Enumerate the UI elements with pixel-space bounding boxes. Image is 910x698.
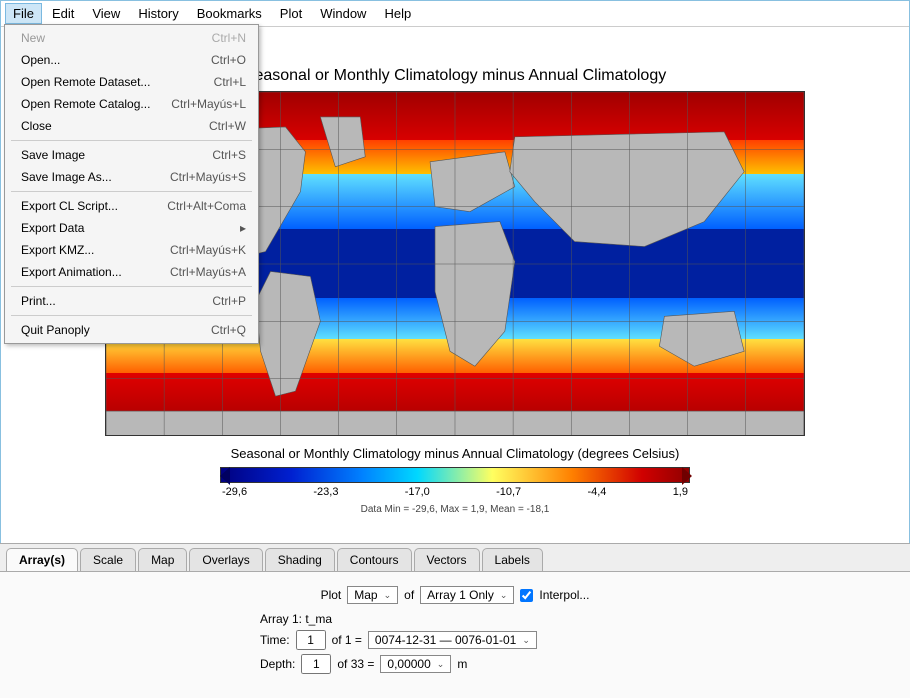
interpolate-checkbox[interactable] bbox=[520, 589, 533, 602]
plot-title: Seasonal or Monthly Climatology minus An… bbox=[244, 67, 666, 85]
time-label: Time: bbox=[260, 633, 290, 647]
menu-close[interactable]: CloseCtrl+W bbox=[7, 115, 256, 137]
menu-view[interactable]: View bbox=[84, 3, 128, 24]
menu-quit[interactable]: Quit PanoplyCtrl+Q bbox=[7, 319, 256, 341]
menu-save-image[interactable]: Save ImageCtrl+S bbox=[7, 144, 256, 166]
chevron-down-icon: ⌄ bbox=[384, 590, 392, 601]
menu-new: NewCtrl+N bbox=[7, 27, 256, 49]
menu-plot[interactable]: Plot bbox=[272, 3, 310, 24]
tab-overlays[interactable]: Overlays bbox=[189, 548, 262, 571]
plot-type-select[interactable]: Map⌄ bbox=[347, 586, 398, 604]
file-dropdown: NewCtrl+N Open...Ctrl+O Open Remote Data… bbox=[4, 24, 259, 344]
array-title: Array 1: t_ma bbox=[260, 612, 890, 626]
depth-of-label: of 33 = bbox=[337, 657, 374, 671]
menu-export-animation[interactable]: Export Animation...Ctrl+Mayús+A bbox=[7, 261, 256, 283]
time-index-input[interactable] bbox=[296, 630, 326, 650]
menu-export-kmz[interactable]: Export KMZ...Ctrl+Mayús+K bbox=[7, 239, 256, 261]
menu-open[interactable]: Open...Ctrl+O bbox=[7, 49, 256, 71]
menu-export-cl-script[interactable]: Export CL Script...Ctrl+Alt+Coma bbox=[7, 195, 256, 217]
tab-shading[interactable]: Shading bbox=[265, 548, 335, 571]
colorbar-label: Seasonal or Monthly Climatology minus An… bbox=[231, 446, 680, 461]
chevron-down-icon: ⌄ bbox=[500, 590, 508, 601]
menu-window[interactable]: Window bbox=[312, 3, 374, 24]
bottom-panel: Array(s) Scale Map Overlays Shading Cont… bbox=[0, 543, 910, 698]
time-of-label: of 1 = bbox=[332, 633, 362, 647]
menu-help[interactable]: Help bbox=[376, 3, 419, 24]
menu-file[interactable]: File bbox=[5, 3, 42, 24]
tab-map[interactable]: Map bbox=[138, 548, 187, 571]
tab-contours[interactable]: Contours bbox=[337, 548, 412, 571]
colorbar-ticks: -29,6-23,3-17,0-10,7-4,41,9 bbox=[220, 486, 690, 498]
depth-unit: m bbox=[457, 657, 467, 671]
depth-value-select[interactable]: 0,00000⌄ bbox=[380, 655, 451, 673]
tab-scale[interactable]: Scale bbox=[80, 548, 136, 571]
menu-save-image-as[interactable]: Save Image As...Ctrl+Mayús+S bbox=[7, 166, 256, 188]
tab-arrays[interactable]: Array(s) bbox=[6, 548, 78, 571]
array-select[interactable]: Array 1 Only⌄ bbox=[420, 586, 514, 604]
menu-export-data[interactable]: Export Data▸ bbox=[7, 217, 256, 239]
menu-edit[interactable]: Edit bbox=[44, 3, 82, 24]
menu-history[interactable]: History bbox=[130, 3, 186, 24]
menu-open-remote-dataset[interactable]: Open Remote Dataset...Ctrl+L bbox=[7, 71, 256, 93]
time-range-select[interactable]: 0074-12-31 — 0076-01-01⌄ bbox=[368, 631, 537, 649]
chevron-down-icon: ⌄ bbox=[437, 659, 445, 670]
menu-open-remote-catalog[interactable]: Open Remote Catalog...Ctrl+Mayús+L bbox=[7, 93, 256, 115]
tab-vectors[interactable]: Vectors bbox=[414, 548, 480, 571]
data-stats: Data Min = -29,6, Max = 1,9, Mean = -18,… bbox=[361, 504, 550, 515]
interpolate-label: Interpol... bbox=[539, 588, 589, 602]
colorbar bbox=[220, 467, 690, 483]
of-label: of bbox=[404, 588, 414, 602]
menu-bookmarks[interactable]: Bookmarks bbox=[189, 3, 270, 24]
chevron-down-icon: ⌄ bbox=[522, 635, 530, 646]
depth-index-input[interactable] bbox=[301, 654, 331, 674]
depth-label: Depth: bbox=[260, 657, 295, 671]
tab-labels[interactable]: Labels bbox=[482, 548, 543, 571]
menu-print[interactable]: Print...Ctrl+P bbox=[7, 290, 256, 312]
submenu-arrow-icon: ▸ bbox=[240, 221, 246, 235]
plot-label: Plot bbox=[321, 588, 342, 602]
tab-bar: Array(s) Scale Map Overlays Shading Cont… bbox=[0, 544, 910, 571]
